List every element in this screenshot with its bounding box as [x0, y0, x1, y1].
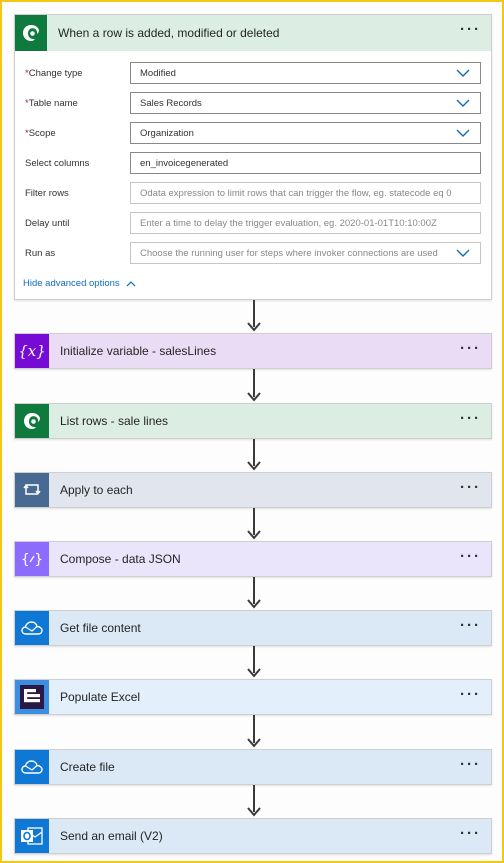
param-row: Filter rows Odata expression to limit row…: [15, 178, 491, 208]
param-label: *Change type: [15, 68, 121, 79]
action-card-header[interactable]: Create file ···: [15, 750, 491, 784]
param-label: *Table name: [15, 98, 121, 109]
param-row: *Change type Modified: [15, 58, 491, 88]
action-title: Initialize variable - salesLines: [60, 344, 217, 358]
dataverse-icon: [15, 404, 49, 438]
more-options-icon[interactable]: ···: [460, 549, 481, 564]
action-title: Send an email (V2): [60, 829, 163, 843]
param-label: Delay until: [15, 218, 121, 229]
param-label-text: Filter rows: [25, 187, 69, 199]
action-title: Populate Excel: [60, 690, 141, 704]
more-options-icon[interactable]: ···: [460, 341, 481, 356]
param-label-text: Delay until: [25, 217, 70, 229]
action-card[interactable]: Populate Excel ···: [14, 679, 492, 715]
onedrive-icon: [15, 611, 49, 645]
arrow-down-icon: [247, 738, 261, 748]
trigger-card[interactable]: When a row is added, modified or deleted…: [14, 14, 492, 300]
param-row: Delay until Enter a time to delay the tri…: [15, 208, 491, 238]
compose-icon: { }: [15, 542, 49, 576]
field-placeholder: Odata expression to limit rows that can …: [140, 187, 452, 199]
param-label: Filter rows: [15, 188, 121, 199]
action-title: Get file content: [60, 621, 141, 635]
action-title: Apply to each: [60, 483, 133, 497]
field-placeholder: Enter a time to delay the trigger evalua…: [140, 217, 437, 229]
more-options-icon[interactable]: ···: [460, 826, 481, 841]
action-title: Create file: [60, 760, 115, 774]
param-label-text: Table name: [28, 97, 78, 109]
trigger-card-header[interactable]: When a row is added, modified or deleted…: [15, 15, 491, 51]
more-options-icon[interactable]: ···: [460, 22, 481, 37]
param-label: Run as: [15, 248, 121, 259]
param-input[interactable]: en_invoicegenerated: [130, 152, 481, 174]
encodian-icon: [15, 680, 49, 714]
arrow-down-icon: [247, 599, 261, 609]
arrow-down-icon: [247, 461, 261, 471]
action-card-header[interactable]: Apply to each ···: [15, 473, 491, 507]
field-value: Organization: [140, 127, 194, 139]
onedrive-icon: [15, 750, 49, 784]
arrow-down-icon: [247, 668, 261, 678]
trigger-title: When a row is added, modified or deleted: [58, 26, 280, 40]
action-card[interactable]: Send an email (V2) ···: [14, 818, 492, 854]
chevron-up-icon: [126, 281, 136, 287]
chevron-down-icon[interactable]: [456, 247, 470, 259]
chevron-down-icon[interactable]: [456, 97, 470, 109]
flow-canvas: When a row is added, modified or deleted…: [0, 0, 504, 863]
action-card-header[interactable]: Get file content ···: [15, 611, 491, 645]
arrow-down-icon: [247, 322, 261, 332]
action-title: List rows - sale lines: [60, 414, 169, 428]
variable-icon: {x}: [15, 334, 49, 368]
param-dropdown[interactable]: Choose the running user for steps where …: [130, 242, 481, 264]
more-options-icon[interactable]: ···: [460, 411, 481, 426]
dataverse-icon: [15, 15, 47, 51]
field-value: en_invoicegenerated: [140, 157, 229, 169]
action-card[interactable]: List rows - sale lines ···: [14, 403, 492, 439]
more-options-icon[interactable]: ···: [460, 480, 481, 495]
param-dropdown[interactable]: Organization: [130, 122, 481, 144]
field-placeholder: Choose the running user for steps where …: [140, 247, 438, 259]
param-label: Select columns: [15, 158, 121, 169]
param-input[interactable]: Odata expression to limit rows that can …: [130, 182, 481, 204]
param-dropdown[interactable]: Modified: [130, 62, 481, 84]
field-value: Modified: [140, 67, 176, 79]
param-dropdown[interactable]: Sales Records: [130, 92, 481, 114]
param-label: *Scope: [15, 128, 121, 139]
param-label-text: Change type: [28, 67, 83, 79]
chevron-down-icon[interactable]: [456, 127, 470, 139]
action-card-header[interactable]: List rows - sale lines ···: [15, 404, 491, 438]
outlook-icon: [15, 819, 49, 853]
action-card[interactable]: Get file content ···: [14, 610, 492, 646]
field-value: Sales Records: [140, 97, 202, 109]
param-label-text: Run as: [25, 247, 56, 259]
more-options-icon[interactable]: ···: [460, 687, 481, 702]
action-card-header[interactable]: Populate Excel ···: [15, 680, 491, 714]
action-title: Compose - data JSON: [60, 552, 181, 566]
action-card-header[interactable]: Send an email (V2) ···: [15, 819, 491, 853]
chevron-down-icon[interactable]: [456, 67, 470, 79]
action-card[interactable]: Create file ···: [14, 749, 492, 785]
action-card[interactable]: { } Compose - data JSON ···: [14, 541, 492, 577]
param-row: Select columns en_invoicegenerated: [15, 148, 491, 178]
trigger-params: *Change type Modified *Table name Sales Rec…: [15, 51, 491, 268]
hide-advanced-options-link[interactable]: Hide advanced options: [23, 278, 491, 289]
action-card[interactable]: {x} Initialize variable - salesLines ···: [14, 333, 492, 369]
loop-icon: [15, 473, 49, 507]
param-row: Run as Choose the running user for steps …: [15, 238, 491, 268]
more-options-icon[interactable]: ···: [460, 618, 481, 633]
action-card[interactable]: Apply to each ···: [14, 472, 492, 508]
arrow-down-icon: [247, 807, 261, 817]
param-label-text: Scope: [28, 127, 56, 139]
param-row: *Scope Organization: [15, 118, 491, 148]
action-card-header[interactable]: { } Compose - data JSON ···: [15, 542, 491, 576]
param-row: *Table name Sales Records: [15, 88, 491, 118]
action-card-header[interactable]: {x} Initialize variable - salesLines ···: [15, 334, 491, 368]
arrow-down-icon: [247, 530, 261, 540]
advanced-options-label: Hide advanced options: [23, 278, 120, 289]
svg-text:{x}: {x}: [19, 342, 45, 360]
param-label-text: Select columns: [25, 157, 90, 169]
more-options-icon[interactable]: ···: [460, 757, 481, 772]
arrow-down-icon: [247, 392, 261, 402]
param-input[interactable]: Enter a time to delay the trigger evalua…: [130, 212, 481, 234]
